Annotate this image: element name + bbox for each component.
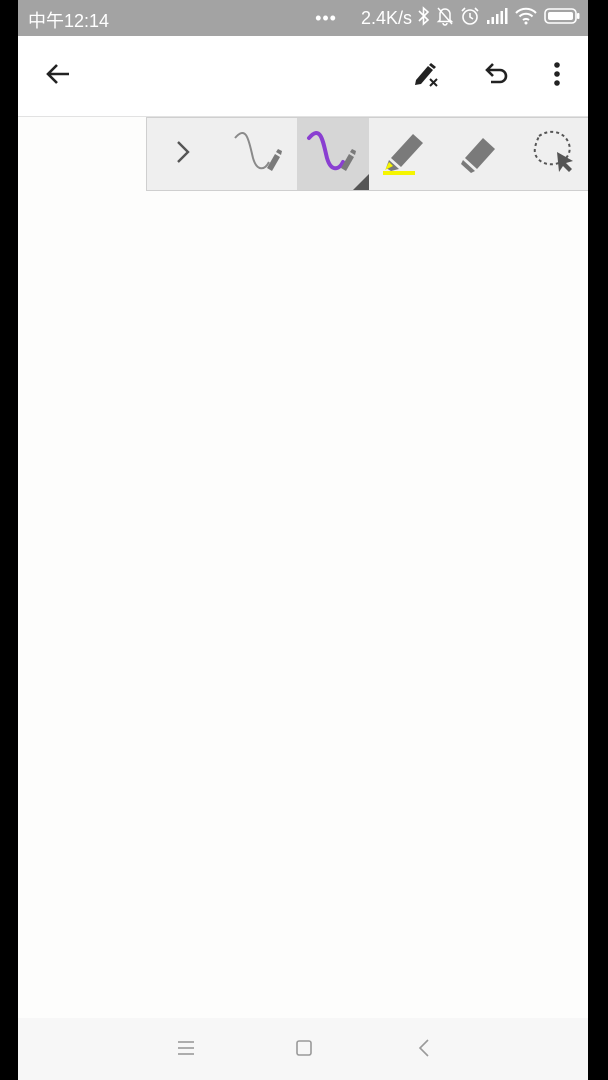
status-icons: ••• 2.4K/s: [315, 5, 580, 31]
eraser-icon: [457, 130, 501, 179]
menu-button[interactable]: [172, 1036, 200, 1064]
bluetooth-icon: [418, 5, 430, 31]
network-speed: 2.4K/s: [360, 7, 412, 28]
lasso-select-icon: [529, 128, 577, 181]
menu-icon: [177, 1040, 195, 1061]
eraser-tool[interactable]: [443, 118, 515, 190]
pen-stroke-purple-icon: [305, 128, 361, 181]
pen-tool[interactable]: [223, 118, 295, 190]
back-button[interactable]: [40, 58, 76, 94]
more-options-button[interactable]: [539, 58, 575, 94]
status-bar: 中午12:14 ••• 2.4K/s: [18, 0, 588, 36]
undo-icon: [482, 60, 510, 93]
lasso-tool[interactable]: [517, 118, 588, 190]
pen-clear-button[interactable]: [408, 58, 444, 94]
home-button[interactable]: [290, 1036, 318, 1064]
purple-pen-tool[interactable]: [297, 118, 369, 190]
drawing-toolbar: [146, 117, 588, 191]
undo-button[interactable]: [478, 58, 514, 94]
back-chevron-icon: [417, 1038, 431, 1063]
drawing-canvas[interactable]: [18, 192, 588, 1018]
notification-dots: •••: [315, 7, 337, 28]
collapse-toolbar-button[interactable]: [147, 118, 219, 190]
signal-icon: [486, 7, 508, 30]
back-nav-button[interactable]: [410, 1036, 438, 1064]
status-time: 中午12:14: [28, 11, 110, 31]
highlighter-icon: [379, 126, 431, 183]
phone-screen: 中午12:14 ••• 2.4K/s: [18, 0, 588, 1080]
tool-options-corner-icon: [353, 174, 369, 190]
wifi-icon: [514, 7, 538, 30]
home-square-icon: [295, 1039, 313, 1062]
pen-clear-icon: [412, 60, 440, 93]
app-bar: [18, 36, 588, 117]
alarm-muted-icon: [436, 6, 454, 31]
back-arrow-icon: [45, 61, 71, 92]
pen-stroke-icon: [231, 128, 287, 181]
chevron-right-icon: [173, 138, 193, 171]
more-vert-icon: [553, 61, 561, 92]
navigation-bar: [18, 1018, 588, 1080]
highlighter-tool[interactable]: [369, 118, 441, 190]
battery-icon: [544, 7, 580, 30]
alarm-clock-icon: [460, 6, 480, 31]
